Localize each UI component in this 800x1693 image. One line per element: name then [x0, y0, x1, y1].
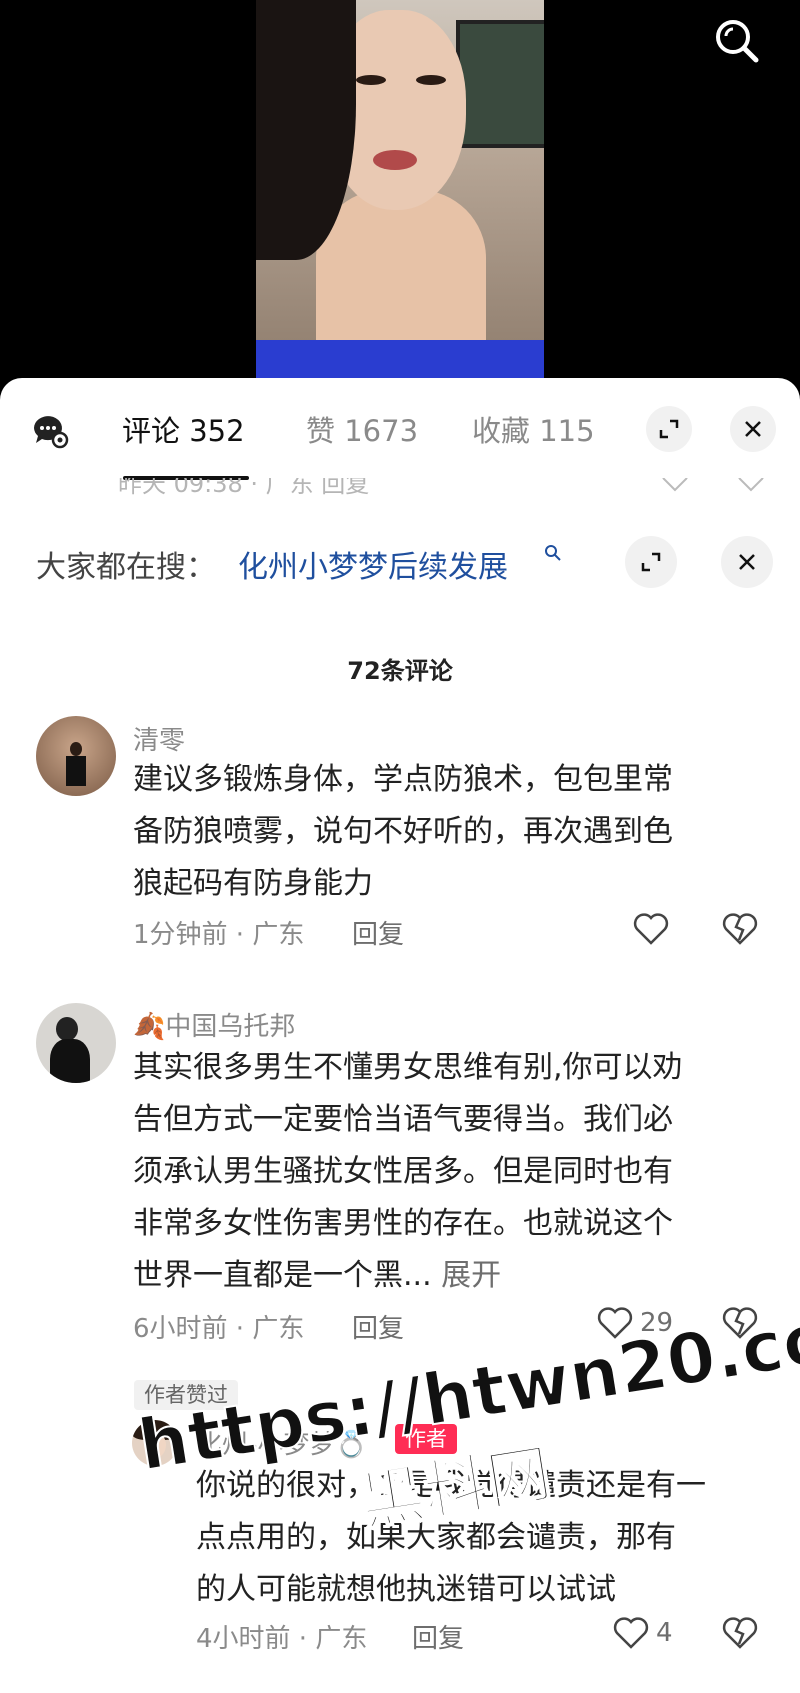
search-suggestion-prefix: 大家都在搜： — [36, 550, 216, 585]
comment-line: 世界一直都是一个黑... — [133, 1258, 432, 1293]
avatar[interactable] — [36, 1003, 116, 1083]
comment-meta: 1分钟前 · 广东 — [133, 920, 305, 950]
avatar[interactable] — [36, 716, 116, 796]
reply-line: 你说的很对，但是我觉得谴责还是有一 — [196, 1468, 706, 1503]
comment-meta: 6小时前 · 广东 — [133, 1314, 305, 1344]
comment-line: 告但方式一定要恰当语气要得当。我们必 — [133, 1102, 673, 1137]
chat-settings-icon[interactable] — [30, 410, 70, 450]
avatar[interactable] — [132, 1420, 178, 1466]
video-eye-left — [356, 75, 386, 85]
author-liked-badge: 作者赞过 — [134, 1380, 238, 1410]
reply-line: 点点用的，如果大家都会谴责，那有 — [196, 1520, 676, 1555]
close-icon — [739, 554, 755, 570]
reply-text: 你说的很对，但是我觉得谴责还是有一 点点用的，如果大家都会谴责，那有 的人可能就… — [196, 1460, 706, 1616]
like-count: 29 — [640, 1308, 674, 1338]
comment-sheet: 评论 352 赞 1673 收藏 115 昨天 09:38 · 广东 回复 大家… — [0, 378, 800, 1693]
video-frame — [256, 0, 544, 390]
comment-author-name[interactable]: 清零 — [133, 720, 185, 757]
comment-line: 狼起码有防身能力 — [133, 866, 373, 901]
heart-icon — [662, 478, 688, 492]
heart-icon[interactable] — [632, 910, 670, 946]
comment-line-last: 世界一直都是一个黑... 展开 — [133, 1250, 683, 1302]
tab-likes[interactable]: 赞 1673 — [306, 408, 418, 450]
comments-count: 72条评论 — [347, 657, 453, 685]
video-player[interactable] — [0, 0, 800, 390]
expand-icon — [659, 419, 679, 439]
comment-line: 非常多女性伤害男性的存在。也就说这个 — [133, 1206, 673, 1241]
background-picture — [456, 20, 544, 148]
search-close-button[interactable] — [721, 536, 773, 588]
broken-heart-icon[interactable] — [721, 1614, 759, 1650]
close-button[interactable] — [730, 406, 776, 452]
heart-icon[interactable] — [612, 1614, 650, 1650]
reply-author-name[interactable]: 化州-小梦梦💍 — [196, 1424, 368, 1461]
search-suggestion-bar: 大家都在搜： 化州小梦梦后续发展 — [0, 530, 800, 600]
tab-comments[interactable]: 评论 352 — [122, 408, 245, 450]
expand-link[interactable]: 展开 — [441, 1258, 501, 1293]
comment-line: 其实很多男生不懂男女思维有别,你可以劝 — [133, 1050, 683, 1085]
expand-button[interactable] — [646, 406, 692, 452]
search-suggestion-link[interactable]: 化州小梦梦后续发展 — [238, 542, 508, 586]
broken-heart-icon[interactable] — [721, 910, 759, 946]
small-search-icon — [545, 545, 561, 561]
reply-meta: 4小时前 · 广东 — [196, 1624, 368, 1654]
close-icon — [745, 421, 761, 437]
reply-button[interactable]: 回复 — [412, 1618, 464, 1655]
expand-icon — [641, 552, 661, 572]
broken-heart-icon — [738, 478, 764, 492]
comment-line: 备防狼喷雾，说句不好听的，再次遇到色 — [133, 814, 673, 849]
reply-button[interactable]: 回复 — [352, 914, 404, 951]
reply-line: 的人可能就想他执迷错可以试试 — [196, 1572, 616, 1607]
search-icon[interactable] — [710, 14, 764, 68]
comment-text: 其实很多男生不懂男女思维有别,你可以劝 告但方式一定要恰当语气要得当。我们必 须… — [133, 1042, 683, 1302]
video-lips — [373, 150, 417, 170]
video-eye-right — [416, 75, 446, 85]
comment-author-name[interactable]: 🍂中国乌托邦 — [133, 1006, 295, 1043]
author-badge: 作者 — [395, 1424, 457, 1454]
video-person-shoulders — [316, 190, 486, 360]
ghost-meta-text: 昨天 09:38 · 广东 回复 — [118, 478, 370, 498]
heart-icon[interactable] — [596, 1304, 634, 1340]
partially-hidden-row: 昨天 09:38 · 广东 回复 — [0, 478, 800, 500]
search-expand-button[interactable] — [625, 536, 677, 588]
comment-line: 建议多锻炼身体，学点防狼术，包包里常 — [133, 762, 673, 797]
sheet-header: 评论 352 赞 1673 收藏 115 — [0, 378, 800, 480]
like-count: 4 — [656, 1618, 673, 1648]
tab-favorites[interactable]: 收藏 115 — [472, 408, 595, 450]
comment-line: 须承认男生骚扰女性居多。但是同时也有 — [133, 1154, 673, 1189]
comment-text: 建议多锻炼身体，学点防狼术，包包里常 备防狼喷雾，说句不好听的，再次遇到色 狼起… — [133, 754, 673, 910]
reply-button[interactable]: 回复 — [352, 1308, 404, 1345]
broken-heart-icon[interactable] — [721, 1304, 759, 1340]
